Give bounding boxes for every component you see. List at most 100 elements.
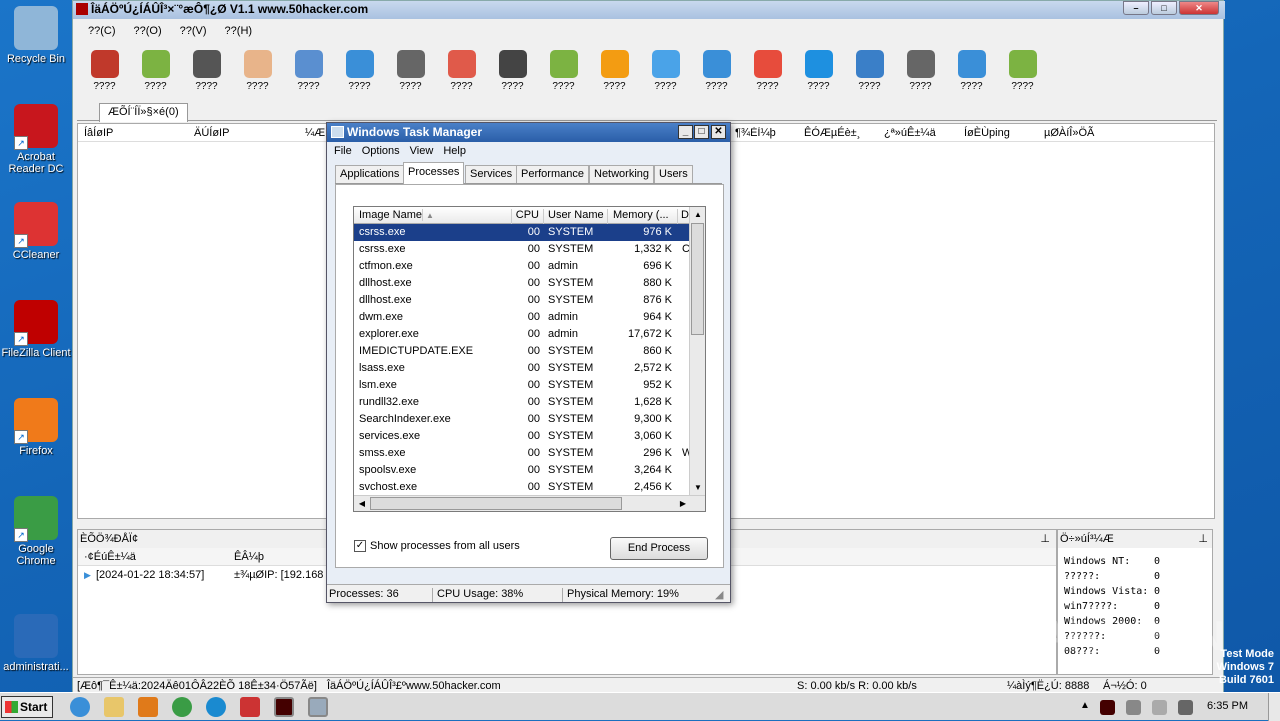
toolbar-button[interactable]: ???? [130, 45, 181, 97]
toolbar-button[interactable]: ???? [181, 45, 232, 97]
media-player-icon[interactable] [138, 697, 158, 717]
tab-networking[interactable]: Networking [589, 165, 655, 183]
desktop-icon[interactable]: ↗ FileZilla Client [0, 300, 72, 359]
toolbar-button[interactable]: ???? [436, 45, 487, 97]
show-desktop-button[interactable] [1268, 693, 1280, 721]
toolbar-button[interactable]: ???? [997, 45, 1048, 97]
scroll-up-icon[interactable]: ▲ [691, 208, 705, 222]
minimize-button[interactable]: – [1123, 1, 1149, 15]
toolbar-button[interactable]: ???? [691, 45, 742, 97]
task-manager-title-bar[interactable]: Windows Task Manager _ □ ✕ [327, 123, 730, 142]
tab-services[interactable]: Services [465, 165, 518, 183]
grid-column[interactable]: ¼ÆËã [305, 127, 325, 139]
toolbar-button[interactable]: ???? [487, 45, 538, 97]
show-hidden-icons[interactable]: ▲ [1080, 700, 1090, 711]
pin-icon[interactable]: ⊥ [1040, 532, 1050, 545]
process-row[interactable]: lsass.exe 00 SYSTEM 2,572 K [354, 360, 705, 377]
toolbar-button[interactable]: ???? [589, 45, 640, 97]
maximize-button[interactable]: □ [694, 125, 709, 139]
desktop-icon[interactable]: administrati... [0, 614, 72, 673]
edge-icon[interactable] [206, 697, 226, 717]
scroll-down-icon[interactable]: ▼ [691, 481, 705, 495]
tab-default-group[interactable]: ÆÕÍ¨ÍÏ»§×é(0) [99, 103, 188, 122]
toolbar-button[interactable]: ???? [742, 45, 793, 97]
process-row[interactable]: dwm.exe 00 admin 964 K [354, 309, 705, 326]
process-row[interactable]: services.exe 00 SYSTEM 3,060 K [354, 428, 705, 445]
log-column[interactable]: ·¢ÉúÊ±¼ä [84, 551, 136, 563]
process-row[interactable]: explorer.exe 00 admin 17,672 K [354, 326, 705, 343]
column-cpu[interactable]: CPU [512, 209, 544, 224]
close-button[interactable]: ✕ [711, 125, 726, 139]
grid-column[interactable]: ¶¾ÈÌ¼þ [735, 127, 805, 139]
desktop-icon[interactable]: ↗ CCleaner [0, 202, 72, 261]
process-row[interactable]: svchost.exe 00 SYSTEM 2,456 K [354, 479, 705, 496]
process-row[interactable]: csrss.exe 00 SYSTEM 976 K [354, 224, 705, 241]
menu-item[interactable]: ??(H) [216, 23, 262, 41]
end-process-button[interactable]: End Process [610, 537, 708, 560]
process-row[interactable]: lsm.exe 00 SYSTEM 952 K [354, 377, 705, 394]
chrome-taskbar-icon[interactable] [172, 697, 192, 717]
grid-column[interactable]: ¿ª»úÊ±¼ä [884, 127, 936, 139]
column-image-name[interactable]: Image Name ▲ [354, 209, 512, 224]
expand-arrow-icon[interactable]: ▶ [84, 570, 91, 581]
show-all-processes[interactable]: ✓ Show processes from all users [354, 540, 520, 552]
grid-column[interactable]: ÄÚÍøIP [194, 127, 229, 139]
process-row[interactable]: ctfmon.exe 00 admin 696 K [354, 258, 705, 275]
log-column[interactable]: ÊÂ¼þ [234, 551, 264, 563]
toolbar-button[interactable]: ???? [283, 45, 334, 97]
process-row[interactable]: SearchIndexer.exe 00 SYSTEM 9,300 K [354, 411, 705, 428]
scroll-thumb[interactable] [691, 223, 704, 335]
toolbar-button[interactable]: ???? [385, 45, 436, 97]
toolbar-button[interactable]: ???? [538, 45, 589, 97]
action-center-icon[interactable] [1152, 700, 1167, 715]
scroll-right-icon[interactable]: ▶ [676, 497, 690, 511]
process-row[interactable]: IMEDICTUPDATE.EXE 00 SYSTEM 860 K [354, 343, 705, 360]
process-row[interactable]: rundll32.exe 00 SYSTEM 1,628 K [354, 394, 705, 411]
show-all-checkbox[interactable]: ✓ [354, 540, 366, 552]
volume-icon[interactable] [1178, 700, 1193, 715]
grid-column[interactable]: ÍâÍøIP [84, 127, 113, 139]
app-title-bar[interactable]: ÎäÁÖºÚ¿ÍÁÛÎ³×¨°æÔ¶¿Ø V1.1 www.50hacker.c… [73, 1, 1225, 19]
maximize-button[interactable]: □ [1151, 1, 1177, 15]
toolbar-button[interactable]: ???? [334, 45, 385, 97]
menu-options[interactable]: Options [357, 142, 405, 162]
grid-column[interactable]: ÊÓÆµÉè±¸ [804, 127, 860, 139]
toolbar-button[interactable]: ???? [79, 45, 130, 97]
network-icon[interactable] [1126, 700, 1141, 715]
toolbar-button[interactable]: ???? [793, 45, 844, 97]
desktop-icon[interactable]: ↗ Firefox [0, 398, 72, 457]
scroll-thumb[interactable] [370, 497, 622, 510]
winrar-icon[interactable] [240, 697, 260, 717]
tab-applications[interactable]: Applications [335, 165, 405, 183]
grid-column[interactable]: ÍøÈÙping [964, 127, 1010, 139]
minimize-button[interactable]: _ [678, 125, 693, 139]
tray-app-icon[interactable] [1100, 700, 1115, 715]
process-row[interactable]: spoolsv.exe 00 SYSTEM 3,264 K [354, 462, 705, 479]
tab-users[interactable]: Users [654, 165, 693, 183]
process-row[interactable]: dllhost.exe 00 SYSTEM 876 K [354, 292, 705, 309]
menu-view[interactable]: View [405, 142, 439, 162]
toolbar-button[interactable]: ???? [640, 45, 691, 97]
ie-icon[interactable] [70, 697, 90, 717]
desktop-icon[interactable]: Recycle Bin [0, 6, 72, 65]
task-manager-taskbar-icon[interactable] [308, 697, 328, 717]
process-row[interactable]: smss.exe 00 SYSTEM 296 KW [354, 445, 705, 462]
scroll-left-icon[interactable]: ◀ [355, 497, 369, 511]
remote-app-taskbar-icon[interactable] [274, 697, 294, 717]
pin-icon[interactable]: ⊥ [1198, 532, 1208, 545]
toolbar-button[interactable]: ???? [844, 45, 895, 97]
close-button[interactable]: ✕ [1179, 1, 1219, 15]
explorer-icon[interactable] [104, 697, 124, 717]
process-row[interactable]: csrss.exe 00 SYSTEM 1,332 KC [354, 241, 705, 258]
column-memory[interactable]: Memory (... [608, 209, 678, 224]
vertical-scrollbar[interactable]: ▲ ▼ [689, 207, 705, 496]
desktop-icon[interactable]: ↗ Acrobat Reader DC [0, 104, 72, 175]
menu-item[interactable]: ??(C) [79, 23, 125, 41]
toolbar-button[interactable]: ???? [895, 45, 946, 97]
column-user-name[interactable]: User Name [544, 209, 608, 224]
menu-item[interactable]: ??(V) [171, 23, 216, 41]
horizontal-scrollbar[interactable]: ◀ ▶ [354, 495, 705, 511]
menu-file[interactable]: File [329, 142, 357, 162]
grid-column[interactable]: µØÀíÎ»ÖÃ [1044, 127, 1094, 139]
tab-performance[interactable]: Performance [516, 165, 589, 183]
